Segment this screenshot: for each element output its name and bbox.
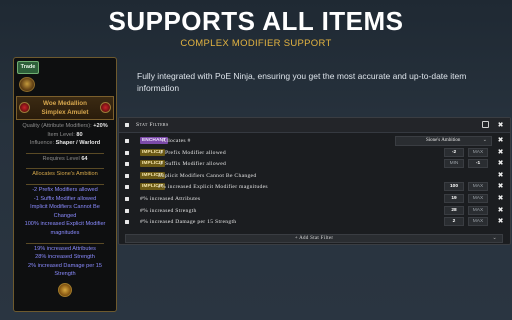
item-level: Item Level: 80 — [14, 131, 116, 140]
max-input[interactable]: MAX — [468, 205, 488, 215]
checkbox-icon[interactable] — [125, 162, 129, 167]
item-quality: Quality (Attribute Modifiers): +20% — [14, 122, 116, 131]
min-input[interactable]: 19 — [444, 194, 464, 203]
stat-filters-panel: Stat Filters ✖ ENCHANT Allocates # Sione's… — [118, 117, 511, 245]
stat-filter-row: #% increased Strength 28 MAX ✖ — [119, 205, 510, 217]
remove-filter-icon[interactable]: ✖ — [497, 206, 504, 214]
item-level-label: Item Level: — [47, 131, 77, 138]
checkbox-icon[interactable] — [125, 208, 129, 213]
stat-filter-label: Implicit Modifiers Cannot Be Changed — [158, 172, 257, 179]
item-header: Woe Medallion Simplex Amulet — [16, 96, 114, 120]
stat-filter-row: #% increased Damage per 15 Strength 2 MAX ✖ — [119, 217, 510, 228]
divider — [26, 149, 104, 154]
item-influence: Influence: Shaper / Warlord — [14, 139, 116, 148]
divider — [26, 180, 104, 185]
stat-filters-header: Stat Filters ✖ — [119, 118, 510, 133]
stat-filter-label: Allocates # — [162, 138, 191, 144]
max-input[interactable]: MAX — [468, 217, 488, 227]
remove-filter-icon[interactable]: ✖ — [497, 148, 504, 156]
remove-filter-icon[interactable]: ✖ — [497, 171, 504, 179]
item-implicit: -1 Suffix Modifier allowed — [33, 195, 97, 202]
headline: SUPPORTS ALL ITEMS — [108, 6, 404, 36]
close-icon[interactable]: ✖ — [497, 122, 504, 129]
item-name: Woe Medallion — [43, 100, 87, 107]
amulet-icon — [19, 77, 35, 92]
stat-filter-row: IMPLICIT Implicit Modifiers Cannot Be Cha… — [119, 171, 510, 182]
max-input[interactable]: -1 — [468, 159, 488, 169]
max-input[interactable]: MAX — [468, 194, 488, 203]
stat-filters-title: Stat Filters — [136, 122, 169, 128]
item-explicit: 19% increased Attributes — [34, 245, 96, 252]
item-tooltip: Trade Woe Medallion Simplex Amulet Quali… — [13, 57, 117, 312]
stat-filter-row: IMPLICIT -# Suffix Modifier allowed MIN -1 ✖ — [119, 159, 510, 170]
stat-option-select[interactable]: Sione's Ambition ⌄ — [395, 136, 492, 146]
item-sigil-icon — [58, 283, 72, 297]
stat-filter-row: ENCHANT Allocates # Sione's Ambition ⌄ ✖ — [119, 136, 510, 147]
subheadline: COMPLEX MODIFIER SUPPORT — [180, 38, 332, 49]
stat-filter-label: -# Prefix Modifier allowed — [158, 149, 226, 156]
chevron-down-icon: ⌄ — [492, 236, 497, 241]
item-base-type: Simplex Amulet — [41, 109, 89, 116]
stat-filter-row: IMPLICIT -# Prefix Modifier allowed -2 MAX ✖ — [119, 147, 510, 159]
stat-filter-label: -# Suffix Modifier allowed — [158, 161, 227, 168]
add-stat-filter-label: + Add Stat Filter — [294, 236, 334, 241]
remove-filter-icon[interactable]: ✖ — [497, 218, 504, 225]
item-implicit: -2 Prefix Modifiers allowed — [32, 186, 98, 193]
stat-filter-row: IMPLICIT #% increased Explicit Modifier m… — [119, 182, 510, 193]
checkbox-icon[interactable] — [125, 197, 129, 201]
add-stat-filter-button[interactable]: + Add Stat Filter ⌄ — [125, 234, 503, 243]
stat-filter-label: #% increased Damage per 15 Strength — [140, 219, 237, 226]
checkbox-icon[interactable] — [125, 123, 129, 127]
checkbox-icon[interactable] — [125, 173, 129, 178]
min-input[interactable]: -2 — [444, 147, 464, 157]
max-input[interactable]: MAX — [468, 182, 488, 192]
checkbox-icon[interactable] — [125, 150, 129, 155]
item-level-value: 80 — [76, 131, 83, 138]
edit-icon[interactable] — [482, 121, 489, 128]
min-input[interactable]: MIN — [444, 159, 464, 169]
item-requirements: Requires Level 64 — [14, 155, 116, 164]
stat-filter-label: #% increased Explicit Modifier magnitude… — [158, 184, 268, 191]
item-influence-label: Influence: — [29, 140, 56, 147]
item-explicit: 2% increased Damage per 15 Strength — [27, 262, 102, 278]
item-requires-value: 64 — [81, 155, 88, 162]
remove-filter-icon[interactable]: ✖ — [497, 137, 504, 144]
divider — [26, 239, 104, 244]
chevron-down-icon: ⌄ — [482, 138, 487, 143]
item-influence-value: Shaper / Warlord — [55, 140, 101, 147]
item-requires-label: Requires Level — [42, 155, 82, 162]
item-quality-value: +20% — [93, 123, 108, 129]
checkbox-icon[interactable] — [125, 185, 129, 190]
remove-filter-icon[interactable]: ✖ — [497, 160, 504, 167]
stat-option-value: Sione's Ambition — [426, 138, 461, 143]
min-input[interactable]: 100 — [444, 182, 464, 192]
trade-button[interactable]: Trade — [17, 61, 39, 74]
remove-filter-icon[interactable]: ✖ — [497, 183, 504, 190]
checkbox-icon[interactable] — [125, 139, 129, 143]
item-enchant: Allocates Sione's Ambition — [32, 171, 98, 178]
stat-filter-row: #% increased Attributes 19 MAX ✖ — [119, 194, 510, 205]
item-implicit: Implicit Modifiers Cannot Be Changed — [30, 204, 100, 219]
item-quality-label: Quality (Attribute Modifiers): — [22, 123, 94, 129]
stat-filter-label: #% increased Attributes — [140, 196, 201, 202]
item-explicit: 28% increased Strength — [35, 254, 95, 261]
description-text: Fully integrated with PoE Ninja, ensurin… — [137, 71, 467, 93]
min-input[interactable]: 2 — [444, 217, 464, 227]
min-input[interactable]: 28 — [444, 205, 464, 215]
stat-filter-label: #% increased Strength — [140, 207, 197, 214]
divider — [26, 164, 104, 170]
max-input[interactable]: MAX — [468, 147, 488, 157]
checkbox-icon[interactable] — [125, 220, 129, 225]
remove-filter-icon[interactable]: ✖ — [497, 195, 504, 202]
item-implicit: 100% increased Explicit Modifier magnitu… — [24, 221, 106, 236]
item-properties: Quality (Attribute Modifiers): +20% Item… — [14, 122, 116, 279]
